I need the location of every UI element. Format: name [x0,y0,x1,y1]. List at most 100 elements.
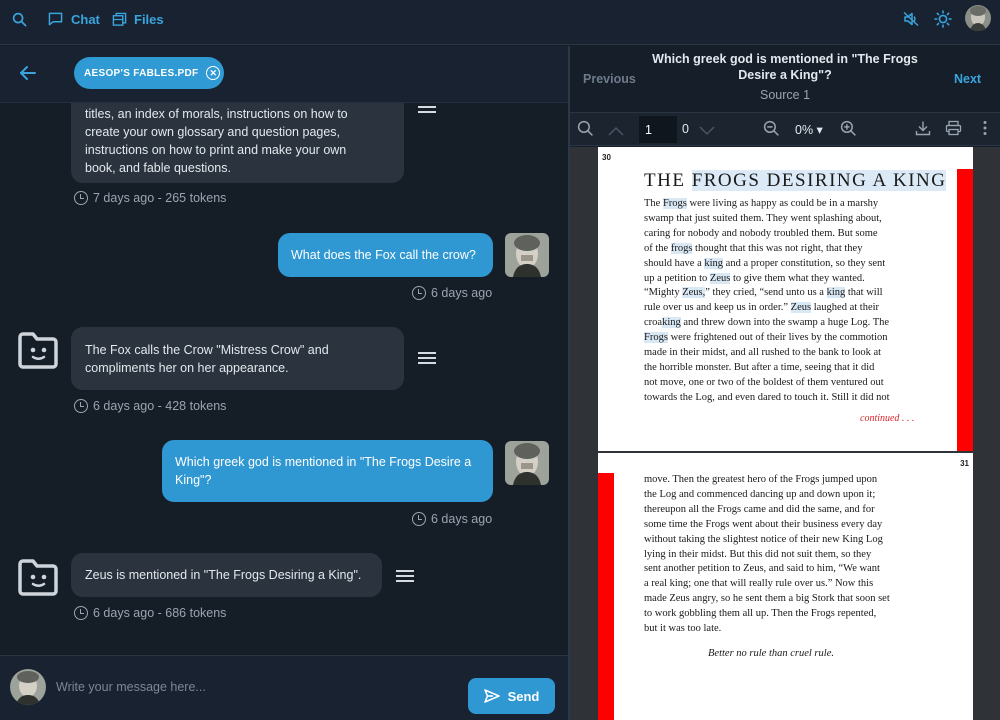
page-number: 30 [602,153,611,162]
print-button[interactable] [945,120,962,141]
page-down-button[interactable] [699,123,715,141]
arrow-left-icon [20,66,36,80]
user-avatar [505,233,549,277]
message-line: compliments her on her appearance. [85,361,289,375]
continued-note: continued . . . [860,413,915,424]
user-avatar[interactable] [965,5,991,31]
theme-toggle[interactable] [934,0,952,38]
bot-avatar [16,328,60,372]
bot-message: titles, an index of morals, instructions… [71,103,404,183]
message-composer: Send [0,655,568,720]
chevron-up-icon [608,126,624,136]
mute-button[interactable] [903,0,919,38]
search-button[interactable] [12,0,27,38]
page-decoration [598,473,614,720]
chat-header: AESOP'S FABLES.PDF ✕ [0,46,568,103]
source-question: Which greek god is mentioned in "The Fro… [648,51,922,83]
source-question-line: Which greek god is mentioned in "The Fro… [652,52,918,66]
message-meta-text: 6 days ago [431,286,493,300]
send-button[interactable]: Send [468,678,555,714]
page-number: 31 [960,459,969,468]
file-chip-label: AESOP'S FABLES.PDF [84,67,199,79]
close-icon[interactable]: ✕ [206,66,221,80]
clock-icon [74,606,88,620]
fable-title: THE FROGS DESIRING A KING [644,170,947,192]
nav-chat[interactable]: Chat [48,0,100,38]
mute-icon [903,11,919,27]
user-message: Which greek god is mentioned in "The Fro… [162,440,493,502]
message-meta: 6 days ago [412,286,492,300]
more-options-button[interactable] [982,120,988,141]
user-avatar [505,441,549,485]
pdf-page: 30 THE FROGS DESIRING A KING The Frogs w… [598,147,973,451]
nav-files[interactable]: Files [112,0,164,38]
clock-icon [412,512,426,526]
message-meta: 6 days ago - 686 tokens [74,606,226,620]
user-message: What does the Fox call the crow? [278,233,493,277]
clock-icon [74,399,88,413]
message-input[interactable] [56,676,446,698]
pdf-toolbar: 0 0% ▾ [570,112,1000,146]
nav-chat-label: Chat [71,11,100,27]
send-label: Send [507,688,540,704]
bot-folder-icon [18,559,58,596]
download-icon [915,121,931,136]
message-line: King"? [175,473,212,487]
message-text: What does the Fox call the crow? [291,248,476,262]
chevron-down-icon [699,126,715,136]
page-total: 0 [682,122,689,136]
message-line: book, and fable questions. [85,161,231,175]
send-icon [483,689,500,703]
clock-icon [74,191,88,205]
bot-avatar [16,555,60,599]
files-icon [112,12,127,26]
source-question-line: Desire a King"? [738,68,832,82]
more-vertical-icon [983,121,987,135]
next-button[interactable]: Next [954,72,981,86]
message-meta-text: 7 days ago - 265 tokens [93,191,227,205]
message-meta-text: 6 days ago - 428 tokens [93,399,227,413]
sun-icon [934,10,952,28]
message-meta-text: 6 days ago [431,512,493,526]
message-meta: 6 days ago - 428 tokens [74,399,226,413]
zoom-out-button[interactable] [763,120,780,142]
message-menu-icon[interactable] [418,103,436,115]
fable-body: The Frogs were living as happy as could … [644,198,890,403]
bot-message: The Fox calls the Crow "Mistress Crow" a… [71,327,404,390]
nav-files-label: Files [134,11,164,27]
message-text: Zeus is mentioned in "The Frogs Desiring… [85,568,362,582]
message-list[interactable]: titles, an index of morals, instructions… [0,103,568,655]
composer-avatar [10,669,46,705]
message-line: titles, an index of morals, instructions… [85,107,348,121]
pdf-page: 31 move. Then the greatest hero of the F… [598,453,973,720]
fable-title-pre: THE [644,170,692,191]
message-menu-icon[interactable] [396,570,414,584]
pdf-search-button[interactable] [577,120,594,142]
user-photo [505,441,549,485]
message-line: create your own glossary and question pa… [85,125,341,139]
search-icon [577,120,593,136]
file-chip[interactable]: AESOP'S FABLES.PDF ✕ [74,57,224,89]
previous-button[interactable]: Previous [583,72,636,86]
page-up-button[interactable] [608,123,624,141]
message-menu-icon[interactable] [418,352,436,366]
zoom-value: 0% [795,123,814,137]
message-line: The Fox calls the Crow "Mistress Crow" a… [85,343,329,357]
page-number-input[interactable] [639,116,677,143]
zoom-in-button[interactable] [840,120,857,142]
message-meta: 7 days ago - 265 tokens [74,191,226,205]
fable-moral: Better no rule than cruel rule. [708,648,834,659]
source-label: Source 1 [759,88,811,102]
chat-icon [48,12,63,26]
download-button[interactable] [915,120,931,141]
zoom-in-icon [840,120,856,136]
user-photo [965,5,991,31]
top-nav: Chat Files [0,0,1000,45]
print-icon [945,120,962,136]
clock-icon [412,286,426,300]
user-photo [10,669,46,705]
pdf-viewer[interactable]: 30 THE FROGS DESIRING A KING The Frogs w… [570,147,1000,720]
zoom-select[interactable]: 0% ▾ [795,122,823,137]
back-button[interactable] [17,62,39,84]
message-line: instructions on how to print and make yo… [85,143,347,157]
